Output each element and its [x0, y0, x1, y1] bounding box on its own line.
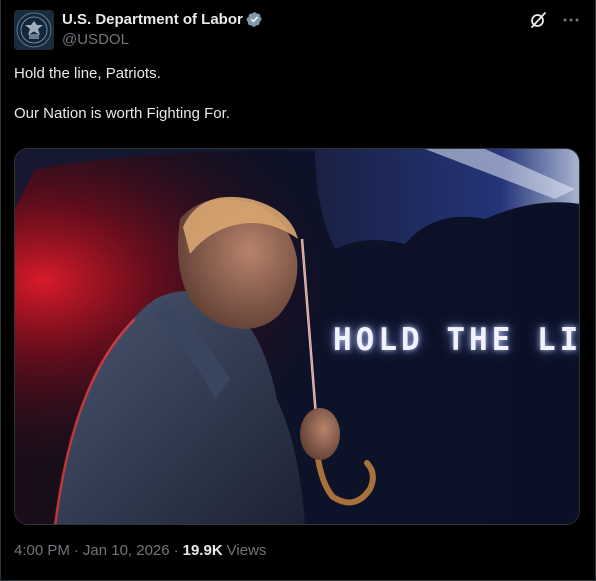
handle[interactable]: @USDOL — [62, 31, 263, 48]
tweet-meta: 4:00 PM · Jan 10, 2026 · 19.9K Views — [14, 542, 266, 559]
post-date[interactable]: Jan 10, 2026 — [83, 542, 170, 559]
more-options-icon — [563, 18, 579, 22]
views-label: Views — [226, 542, 267, 559]
tweet-media-image[interactable]: HOLD THE LINE. — [14, 148, 580, 525]
display-name[interactable]: U.S. Department of Labor — [62, 11, 243, 28]
meta-separator: · — [173, 542, 179, 559]
grok-icon — [531, 12, 546, 28]
tweet-text-line-1: Hold the line, Patriots. — [14, 65, 161, 82]
top-actions — [526, 8, 582, 32]
tweet-header: U.S. Department of Labor @USDOL — [14, 8, 582, 52]
views-count[interactable]: 19.9K — [183, 542, 223, 559]
account-names: U.S. Department of Labor @USDOL — [62, 9, 263, 48]
avatar[interactable] — [14, 10, 54, 50]
verified-badge-icon[interactable] — [246, 11, 263, 28]
meta-separator: · — [73, 542, 79, 559]
tweet-text-line-2: Our Nation is worth Fighting For. — [14, 105, 230, 122]
tweet: U.S. Department of Labor @USDOL Hold the… — [0, 0, 596, 581]
media-headline: HOLD THE LINE. — [333, 322, 580, 358]
department-of-labor-seal-icon — [16, 12, 52, 48]
post-time[interactable]: 4:00 PM — [14, 542, 70, 559]
tweet-text: Hold the line, Patriots. Our Nation is w… — [14, 64, 582, 124]
grok-button[interactable] — [526, 8, 550, 32]
more-options-button[interactable] — [560, 8, 582, 32]
